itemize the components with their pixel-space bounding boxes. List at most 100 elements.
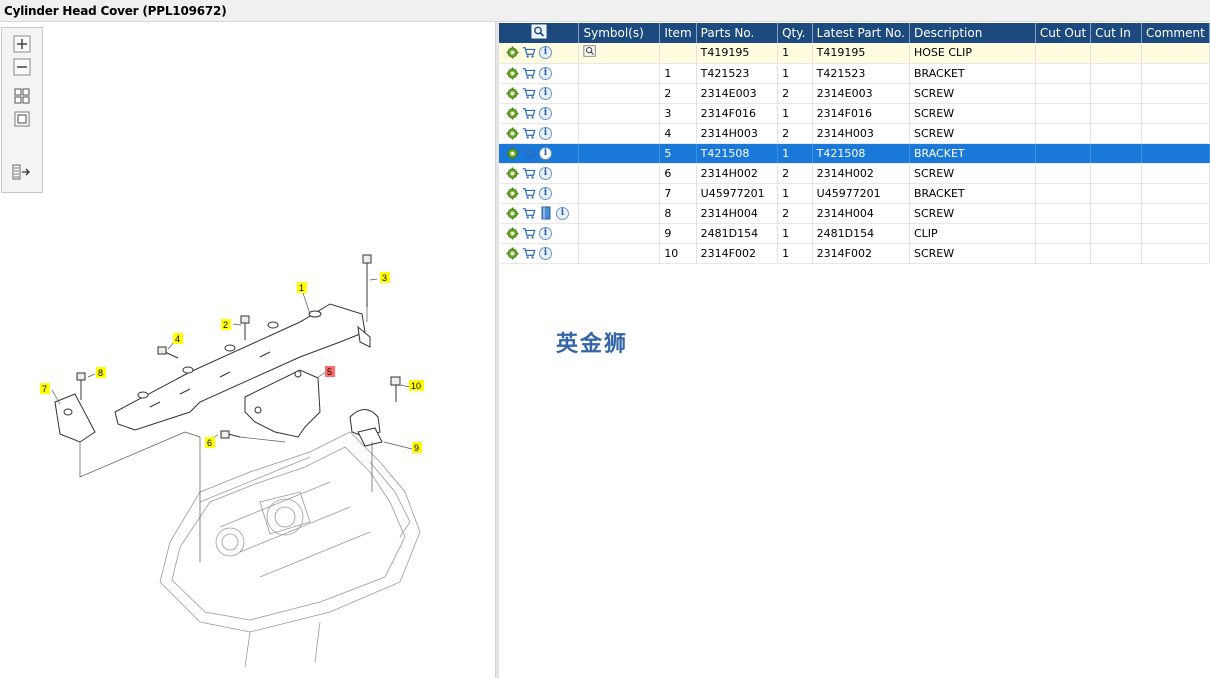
window-titlebar: Cylinder Head Cover (PPL109672) xyxy=(0,0,1210,22)
cell-symbols xyxy=(578,103,661,124)
header-symbols[interactable]: Symbol(s) xyxy=(578,23,661,43)
symbol-search-icon[interactable] xyxy=(583,44,597,58)
fit-page-icon[interactable] xyxy=(11,86,33,106)
callout-3[interactable]: 3 xyxy=(380,272,390,283)
cell-comment xyxy=(1141,183,1210,204)
cell-comment xyxy=(1141,223,1210,244)
gear-icon[interactable] xyxy=(505,86,519,100)
info-icon[interactable]: i xyxy=(539,126,552,140)
info-icon[interactable]: i xyxy=(539,46,552,60)
gear-icon[interactable] xyxy=(505,206,519,220)
cell-description: SCREW xyxy=(909,103,1036,124)
header-search[interactable] xyxy=(499,23,580,43)
document-icon[interactable] xyxy=(539,206,553,220)
info-icon[interactable]: i xyxy=(539,246,552,260)
cell-qty: 2 xyxy=(777,203,813,224)
cell-symbols xyxy=(578,143,661,164)
gear-icon[interactable] xyxy=(505,106,519,120)
cart-icon[interactable] xyxy=(522,86,536,100)
cell-cut-out xyxy=(1035,203,1092,224)
cell-cut-in xyxy=(1090,163,1142,184)
cart-icon[interactable] xyxy=(522,166,536,180)
cell-cut-out xyxy=(1035,223,1092,244)
callout-6[interactable]: 6 xyxy=(205,437,215,448)
cell-latest-part-no: 2314E003 xyxy=(812,83,910,104)
diagram-pane[interactable]: 1 2 3 4 5 6 7 8 9 10 xyxy=(0,22,495,678)
cart-icon[interactable] xyxy=(522,126,536,140)
callout-1[interactable]: 1 xyxy=(297,282,307,293)
cell-cut-out xyxy=(1035,243,1092,264)
gear-icon[interactable] xyxy=(505,166,519,180)
cell-comment xyxy=(1141,163,1210,184)
header-comment[interactable]: Comment xyxy=(1141,23,1210,43)
cell-comment xyxy=(1141,143,1210,164)
svg-text:2: 2 xyxy=(223,320,228,330)
toggle-list-icon[interactable] xyxy=(11,162,33,182)
callout-10[interactable]: 10 xyxy=(409,380,424,391)
table-row[interactable]: i 8 2314H004 2 2314H004 SCREW xyxy=(499,203,1210,224)
gear-icon[interactable] xyxy=(505,226,519,240)
cell-part-no: T419195 xyxy=(696,43,779,64)
gear-icon[interactable] xyxy=(505,246,519,260)
info-icon[interactable]: i xyxy=(539,106,552,120)
info-icon[interactable]: i xyxy=(539,146,552,160)
header-qty[interactable]: Qty. xyxy=(777,23,813,43)
callout-4[interactable]: 4 xyxy=(173,333,183,344)
zoom-out-icon[interactable] xyxy=(11,57,33,77)
table-row[interactable]: i T419195 1 T419195 HOSE CLIP xyxy=(499,43,1210,64)
table-row[interactable]: i 10 2314F002 1 2314F002 SCREW xyxy=(499,243,1210,264)
cart-icon[interactable] xyxy=(522,106,536,120)
cell-symbols xyxy=(578,183,661,204)
gear-icon[interactable] xyxy=(505,46,519,60)
table-row[interactable]: i 6 2314H002 2 2314H002 SCREW xyxy=(499,163,1210,184)
cell-item: 9 xyxy=(659,223,697,244)
header-cut-out[interactable]: Cut Out xyxy=(1035,23,1092,43)
cell-symbols xyxy=(578,123,661,144)
table-row[interactable]: i 2 2314E003 2 2314E003 SCREW xyxy=(499,83,1210,104)
cart-icon[interactable] xyxy=(522,146,536,160)
info-icon[interactable]: i xyxy=(556,206,569,220)
info-icon[interactable]: i xyxy=(539,86,552,100)
header-latest-part-no[interactable]: Latest Part No. xyxy=(812,23,910,43)
table-row[interactable]: i 1 T421523 1 T421523 BRACKET xyxy=(499,63,1210,84)
cart-icon[interactable] xyxy=(522,66,536,80)
cart-icon[interactable] xyxy=(522,46,536,60)
cart-icon[interactable] xyxy=(522,186,536,200)
gear-icon[interactable] xyxy=(505,126,519,140)
cell-part-no: T421508 xyxy=(696,143,779,164)
callout-5[interactable]: 5 xyxy=(325,366,335,377)
cell-cut-out xyxy=(1035,103,1092,124)
header-item[interactable]: Item xyxy=(659,23,697,43)
gear-icon[interactable] xyxy=(505,146,519,160)
callout-7[interactable]: 7 xyxy=(40,383,50,394)
cell-item: 5 xyxy=(659,143,697,164)
callout-2[interactable]: 2 xyxy=(221,319,231,330)
table-row[interactable]: i 7 U45977201 1 U45977201 BRACKET xyxy=(499,183,1210,204)
cell-latest-part-no: T421508 xyxy=(812,143,910,164)
cell-cut-in xyxy=(1090,203,1142,224)
header-description[interactable]: Description xyxy=(909,23,1036,43)
gear-icon[interactable] xyxy=(505,66,519,80)
cell-symbols xyxy=(578,43,661,64)
cell-item: 1 xyxy=(659,63,697,84)
zoom-in-icon[interactable] xyxy=(11,34,33,54)
cell-latest-part-no: 2314F002 xyxy=(812,243,910,264)
cart-icon[interactable] xyxy=(522,246,536,260)
info-icon[interactable]: i xyxy=(539,186,552,200)
info-icon[interactable]: i xyxy=(539,166,552,180)
actual-size-icon[interactable] xyxy=(11,109,33,129)
table-row[interactable]: i 4 2314H003 2 2314H003 SCREW xyxy=(499,123,1210,144)
cart-icon[interactable] xyxy=(522,206,536,220)
table-row[interactable]: i 3 2314F016 1 2314F016 SCREW xyxy=(499,103,1210,124)
info-icon[interactable]: i xyxy=(539,226,552,240)
header-cut-in[interactable]: Cut In xyxy=(1090,23,1142,43)
header-parts-no[interactable]: Parts No. xyxy=(696,23,779,43)
callout-9[interactable]: 9 xyxy=(412,442,422,453)
gear-icon[interactable] xyxy=(505,186,519,200)
cart-icon[interactable] xyxy=(522,226,536,240)
table-row[interactable]: i 9 2481D154 1 2481D154 CLIP xyxy=(499,223,1210,244)
callout-8[interactable]: 8 xyxy=(96,367,106,378)
info-icon[interactable]: i xyxy=(539,66,552,80)
search-icon[interactable] xyxy=(531,24,547,39)
table-row[interactable]: i 5 T421508 1 T421508 BRACKET xyxy=(499,143,1210,164)
